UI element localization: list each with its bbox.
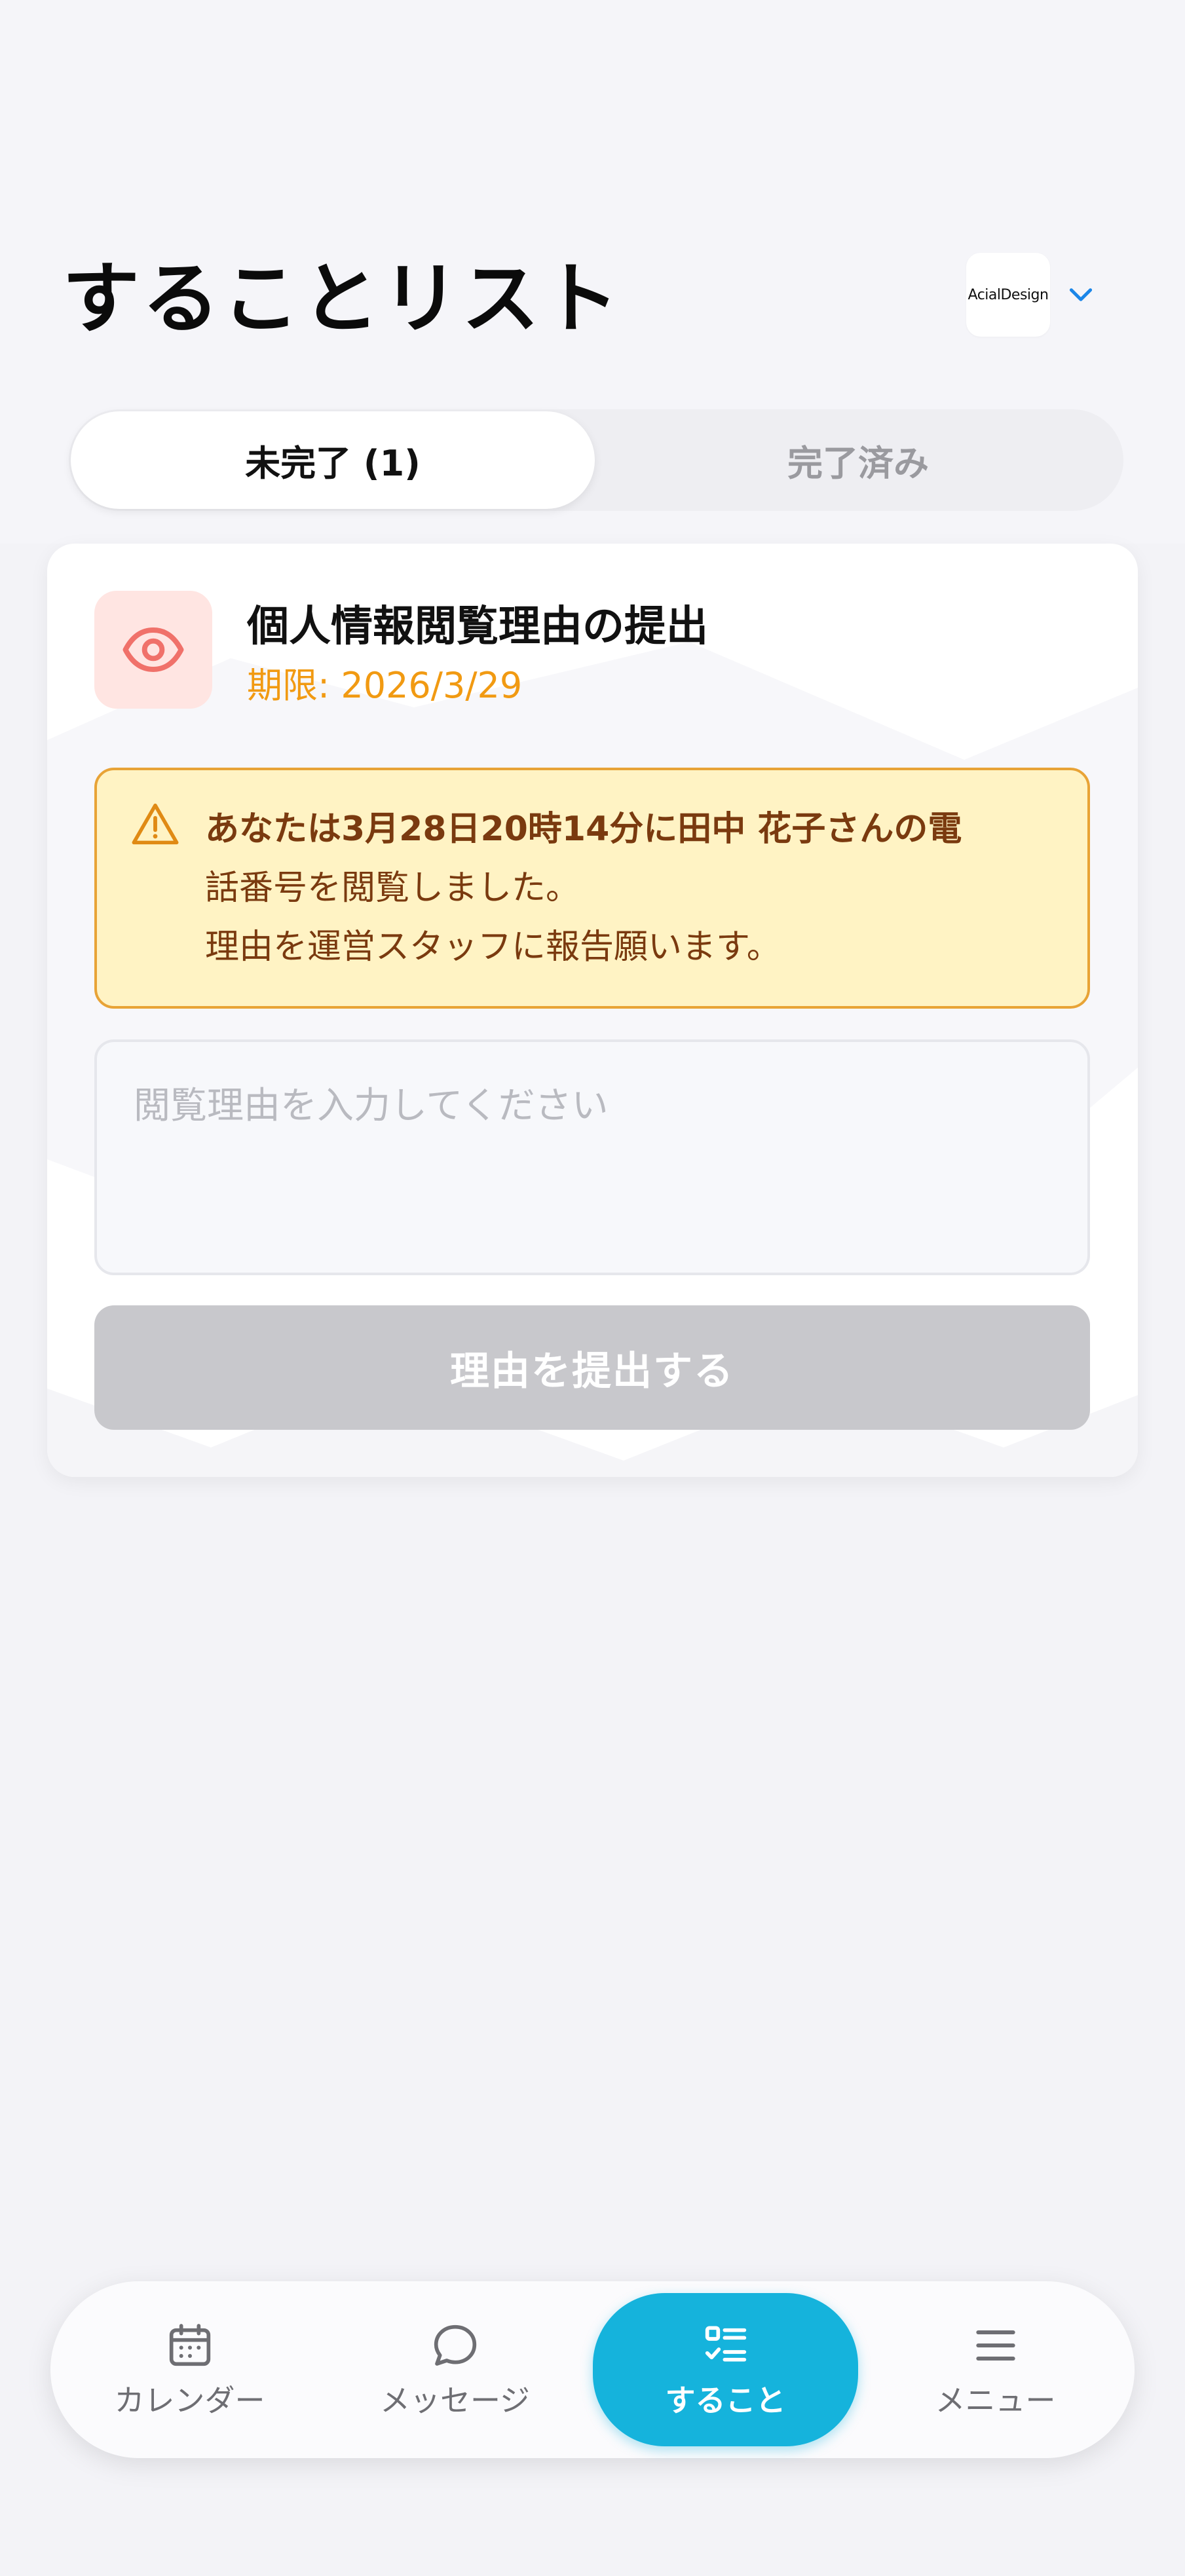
tab-incomplete[interactable]: 未完了 (1): [71, 411, 595, 509]
nav-label-menu: メニュー: [935, 2383, 1056, 2418]
task-title: 個人情報閲覧理由の提出: [247, 603, 708, 651]
chat-bubble-icon: [434, 2324, 476, 2366]
tab-bar: 未完了 (1) 完了済み: [69, 409, 1123, 511]
checklist-icon: [705, 2326, 746, 2362]
warning-alert: あなたは3月28日20時14分に田中 花子さんの電 話番号を閲覧しました。 理由…: [94, 768, 1090, 1009]
org-logo: AcialDesign: [966, 253, 1050, 337]
nav-label-messages: メッセージ: [379, 2383, 531, 2418]
nav-item-tasks[interactable]: すること: [593, 2293, 858, 2446]
calendar-icon: [169, 2324, 210, 2366]
org-switcher[interactable]: AcialDesign: [966, 252, 1104, 337]
nav-item-menu[interactable]: メニュー: [863, 2293, 1128, 2446]
alert-line-3: 理由を運営スタッフに報告願います。: [205, 927, 781, 967]
nav-label-tasks: すること: [665, 2383, 786, 2418]
nav-label-calendar: カレンダー: [114, 2383, 265, 2418]
tab-completed[interactable]: 完了済み: [596, 411, 1120, 509]
eye-icon: [122, 627, 184, 672]
task-deadline: 期限: 2026/3/29: [247, 665, 523, 706]
chevron-down-icon: [1069, 288, 1093, 301]
submit-reason-button[interactable]: 理由を提出する: [94, 1305, 1090, 1430]
nav-item-calendar[interactable]: カレンダー: [57, 2293, 322, 2446]
alert-line-2: 話番号を閲覧しました。: [205, 868, 580, 908]
bottom-nav: カレンダー メッセージ すること メニュー: [50, 2281, 1135, 2458]
task-card: 個人情報閲覧理由の提出 期限: 2026/3/29 あなたは3月28日20時14…: [47, 544, 1138, 1477]
header: することリスト AcialDesign 未完了 (1) 完了済み: [0, 0, 1185, 544]
nav-item-messages[interactable]: メッセージ: [322, 2293, 588, 2446]
alert-line-1: あなたは3月28日20時14分に田中 花子さんの電: [205, 810, 962, 849]
menu-icon: [975, 2330, 1015, 2361]
alert-message: あなたは3月28日20時14分に田中 花子さんの電 話番号を閲覧しました。 理由…: [205, 800, 1076, 977]
task-icon-box: [94, 591, 212, 709]
warning-icon: [132, 803, 179, 845]
reason-input[interactable]: [94, 1039, 1090, 1275]
page-title: することリスト: [62, 253, 622, 344]
